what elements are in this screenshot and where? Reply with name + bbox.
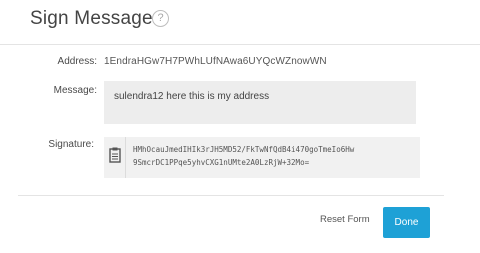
signature-value: HMhOcauJmedIHIk3rJH5MD52/FkTwNfQdB4i470g… — [133, 143, 418, 169]
sign-message-dialog: Sign Message ? Address: 1EndraHGw7H7PWhL… — [0, 0, 480, 253]
message-label: Message: — [53, 85, 97, 96]
reset-form-button[interactable]: Reset Form — [320, 214, 370, 225]
address-label: Address: — [57, 56, 97, 67]
signature-label: Signature: — [48, 139, 94, 150]
address-value: 1EndraHGw7H7PWhLUfNAwa6UYQcWZnowWN — [104, 56, 327, 67]
message-value: sulendra12 here this is my address — [114, 91, 270, 102]
signature-field[interactable]: HMhOcauJmedIHIk3rJH5MD52/FkTwNfQdB4i470g… — [104, 137, 420, 178]
footer-divider — [18, 195, 444, 196]
copy-signature-button[interactable] — [104, 137, 126, 178]
done-button[interactable]: Done — [383, 207, 430, 238]
message-field[interactable]: sulendra12 here this is my address — [104, 81, 416, 124]
question-circle-icon[interactable]: ? — [152, 10, 169, 27]
page-title: Sign Message — [30, 8, 153, 29]
clipboard-icon — [109, 147, 121, 163]
dialog-header: Sign Message ? — [0, 0, 480, 45]
signature-line-2: 9SmcrDC1PPqe5yhvCXG1nUMte2A0LzRjW+32Mo= — [133, 158, 310, 167]
signature-line-1: HMhOcauJmedIHIk3rJH5MD52/FkTwNfQdB4i470g… — [133, 145, 355, 154]
